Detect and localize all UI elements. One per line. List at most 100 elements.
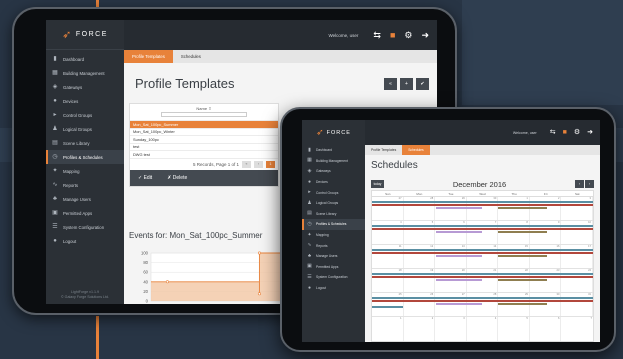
schedule-event[interactable] [436,255,483,258]
sidebar-item-building-management[interactable]: ▦ Building Management [302,156,365,167]
calendar-day[interactable]: 6 [530,317,562,341]
sidebar-item-reports[interactable]: ∿ Reports [46,178,124,192]
logical-groups-icon: ♟ [307,199,312,206]
sidebar-item-gateways[interactable]: ◈ Gateways [302,166,365,177]
sidebar-item-devices[interactable]: ● Devices [302,177,365,188]
pulse-icon: ∿ [307,242,312,249]
sidebar-item-building-management[interactable]: ▦ Building Management [46,66,124,80]
schedule-event[interactable] [372,306,403,309]
sidebar-item-label: Reports [63,182,79,188]
sidebar-item-permitted-apps[interactable]: ▣ Permitted Apps [46,206,124,220]
table-row[interactable]: test [130,142,278,151]
current-page-button[interactable]: 1 [266,160,275,168]
schedule-event[interactable] [436,231,483,234]
calendar-day[interactable]: 2 [404,317,436,341]
sidebar-item-label: Manage Users [316,254,338,259]
delete-button[interactable]: ✗ Delete [167,175,187,181]
edit-button[interactable]: ✓ Edit [138,175,152,181]
profiles-table: Name ⇧ Mon_Sat_100pc_Summer Mon_Sat_100pc… [129,103,279,187]
table-row[interactable]: Sunday_100pc [130,135,278,143]
logo[interactable]: ➶ FORCE [46,20,124,50]
schedule-event[interactable] [497,255,547,258]
table-header[interactable]: Name ⇧ [130,104,278,120]
sidebar-item-scene-library[interactable]: ▤ Scene Library [46,136,124,150]
calendar-day[interactable]: 1 [372,317,404,341]
table-row[interactable]: Mon_Sat_100pc_Winter [130,127,278,136]
sidebar-item-scene-library[interactable]: ▤ Scene Library [302,209,365,220]
schedule-event[interactable] [497,303,547,306]
calendar-week: 25 26 27 28 29 30 31 [372,293,593,317]
gear-icon[interactable]: ⚙ [404,30,412,40]
sidebar-item-label: Gateways [63,84,83,90]
schedule-event[interactable] [372,276,593,279]
sidebar-item-label: Logout [316,286,327,291]
page-nav-button[interactable]: ‹ [254,160,263,168]
sidebar-item-profiles-schedules[interactable]: ◷ Profiles & Schedules [302,219,365,230]
schedule-event[interactable] [436,303,483,306]
notifications-icon[interactable]: ■ [390,30,395,40]
notifications-icon[interactable]: ■ [563,129,567,136]
prev-page-button[interactable]: « [242,160,251,168]
logout-icon[interactable]: ➜ [421,30,429,40]
calendar-day[interactable]: 3 [435,317,467,341]
sidebar-item-control-groups[interactable]: ▸ Control Groups [46,108,124,122]
name-filter-input[interactable] [161,112,247,117]
back-button[interactable]: « [384,78,397,90]
schedule-event[interactable] [372,228,593,231]
schedule-event[interactable] [372,204,593,207]
schedule-event[interactable] [436,207,483,210]
sidebar-item-dashboard[interactable]: ▮ Dashboard [46,52,124,66]
sidebar-item-permitted-apps[interactable]: ▣ Permitted Apps [302,262,365,273]
schedule-event[interactable] [497,207,547,210]
prev-month-button[interactable]: ‹ [575,180,584,188]
today-button[interactable]: today [371,180,384,188]
title-buttons: « + ✔ [384,78,429,90]
tab-schedules[interactable]: Schedules [173,50,209,63]
sidebar-item-dashboard[interactable]: ▮ Dashboard [302,145,365,156]
control-groups-icon: ▸ [53,112,57,118]
building-icon: ▦ [52,70,58,76]
sync-icon[interactable]: ⇆ [373,30,381,40]
sidebar-item-profiles-schedules[interactable]: ◷ Profiles & Schedules [46,150,124,164]
schedule-event[interactable] [436,279,483,282]
calendar-day[interactable]: 4 [467,317,499,341]
table-row[interactable]: DWG test [130,150,278,158]
tab-schedules[interactable]: Schedules [402,145,430,155]
sidebar-item-logout[interactable]: ● Logout [46,234,124,248]
table-row[interactable]: Mon_Sat_100pc_Summer [130,120,278,128]
tablet-small: ➶ FORCE ▮ Dashboard ▦ Building Management ◈ Ga… [280,107,616,352]
logo-small[interactable]: ➶ FORCE [302,120,365,145]
sidebar-item-mapping[interactable]: ✦ Mapping [46,164,124,178]
month-label: December 2016 [452,179,507,189]
sidebar-item-mapping[interactable]: ✦ Mapping [302,230,365,241]
logout-icon[interactable]: ➜ [587,129,593,136]
sidebar-item-system-configuration[interactable]: ☰ System Configuration [46,220,124,234]
sidebar-item-devices[interactable]: ● Devices [46,94,124,108]
schedule-event[interactable] [497,231,547,234]
sidebar-item-control-groups[interactable]: ▸ Control Groups [302,187,365,198]
schedule-event[interactable] [372,300,593,303]
next-month-button[interactable]: › [585,180,594,188]
clock-icon: ◷ [307,220,312,227]
events-title: Events for: Mon_Sat_100pc_Summer [129,231,263,240]
tab-profile-templates[interactable]: Profile Templates [124,50,173,63]
sidebar-item-logout[interactable]: ● Logout [302,283,365,294]
name-column-header[interactable]: Name ⇧ [130,106,278,111]
sidebar-item-logical-groups[interactable]: ♟ Logical Groups [46,122,124,136]
add-button[interactable]: + [400,78,413,90]
gear-icon[interactable]: ⚙ [574,129,580,136]
calendar-day[interactable]: 5 [498,317,530,341]
sidebar-item-manage-users[interactable]: ♣ Manage Users [302,251,365,262]
confirm-button[interactable]: ✔ [416,78,429,90]
tab-profile-templates[interactable]: Profile Templates [365,145,402,155]
calendar-header: today December 2016 ‹ › [371,178,594,190]
sidebar-item-gateways[interactable]: ◈ Gateways [46,80,124,94]
sidebar-item-logical-groups[interactable]: ♟ Logical Groups [302,198,365,209]
sidebar-item-system-configuration[interactable]: ☰ System Configuration [302,272,365,283]
sidebar-item-manage-users[interactable]: ♣ Manage Users [46,192,124,206]
sync-icon[interactable]: ⇆ [550,129,556,136]
calendar-day[interactable]: 7 [561,317,593,341]
schedule-event[interactable] [372,252,593,255]
sidebar-item-reports[interactable]: ∿ Reports [302,240,365,251]
schedule-event[interactable] [497,279,547,282]
